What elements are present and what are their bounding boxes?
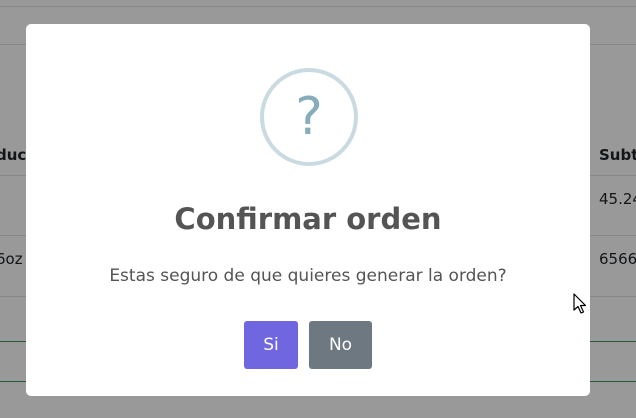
page: duc Subt 45.24 6oz 6566 ? Confirmar orde… [0,0,636,418]
question-icon: ? [260,68,358,166]
dialog-message: Estas seguro de que quieres generar la o… [109,266,507,286]
confirm-button[interactable]: Si [244,321,298,369]
cancel-button[interactable]: No [309,321,372,369]
mouse-cursor-icon [573,293,587,314]
question-mark-glyph: ? [295,87,323,147]
confirm-dialog: ? Confirmar orden Estas seguro de que qu… [26,24,590,396]
dialog-title: Confirmar orden [174,202,442,236]
